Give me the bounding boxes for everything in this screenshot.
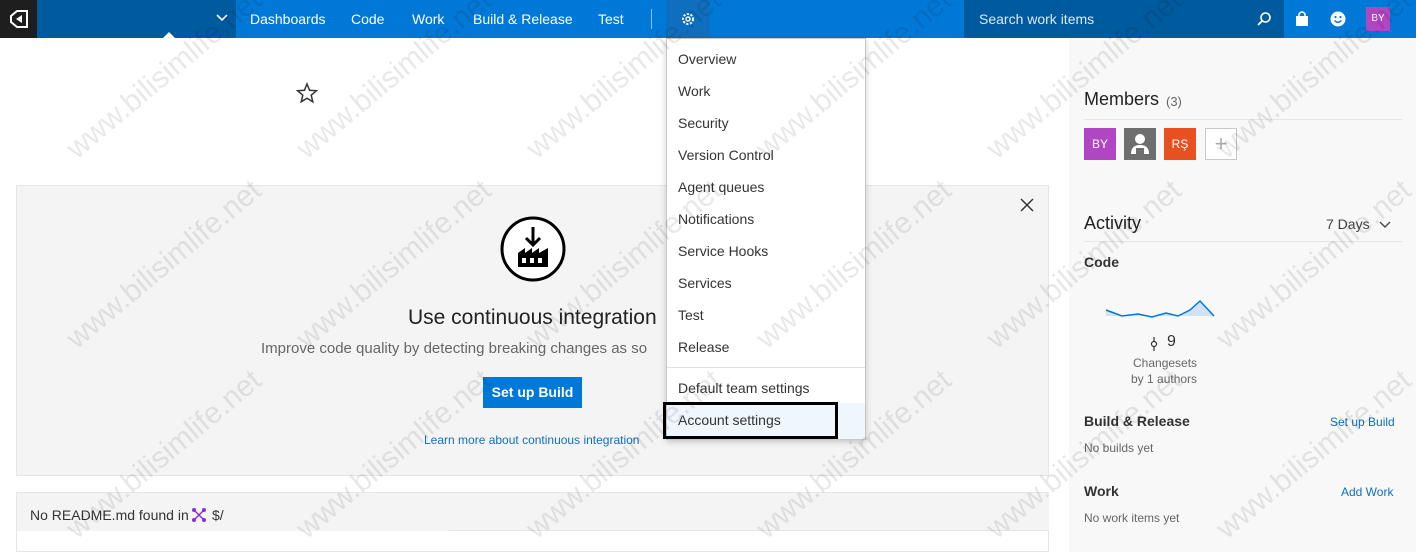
readme-panel: No README.md found in $/ — [16, 492, 1049, 552]
changeset-icon — [1150, 337, 1158, 351]
close-icon[interactable] — [1019, 197, 1035, 213]
nav-code[interactable]: Code — [351, 0, 384, 38]
set-up-build-button[interactable]: Set up Build — [483, 377, 582, 408]
code-section-label: Code — [1084, 254, 1119, 270]
menu-item-work[interactable]: Work — [678, 83, 710, 99]
vsts-logo-icon — [9, 10, 28, 28]
menu-item-test[interactable]: Test — [678, 307, 704, 323]
menu-item-default-team-settings[interactable]: Default team settings — [678, 380, 810, 396]
add-member-button[interactable]: + — [1205, 128, 1237, 160]
build-factory-icon — [500, 216, 566, 282]
user-avatar[interactable]: BY — [1366, 7, 1390, 31]
member-avatar[interactable]: BY — [1084, 128, 1116, 160]
members-title: Members — [1084, 89, 1160, 109]
nav-divider — [651, 9, 652, 29]
changeset-count: 9 — [1167, 333, 1176, 350]
add-work-link[interactable]: Add Work — [1341, 485, 1393, 499]
favorite-star-icon[interactable] — [296, 82, 318, 104]
activity-title: Activity — [1084, 213, 1142, 233]
members-count: (3) — [1166, 94, 1182, 109]
search-placeholder: Search work items — [979, 11, 1095, 27]
repo-branch-icon — [192, 508, 206, 522]
repo-path[interactable]: $/ — [212, 507, 224, 523]
readme-message: No README.md found in — [30, 507, 189, 523]
member-avatar[interactable] — [1124, 128, 1156, 160]
nav-test[interactable]: Test — [598, 0, 624, 38]
ci-title: Use continuous integration — [408, 306, 657, 329]
menu-item-release[interactable]: Release — [678, 339, 729, 355]
activity-period-selector[interactable]: 7 Days — [1326, 216, 1370, 232]
no-work-items-text: No work items yet — [1084, 511, 1180, 525]
nav-build-release[interactable]: Build & Release — [473, 0, 573, 38]
settings-menu: Overview Work Security Version Control A… — [666, 38, 866, 440]
chevron-down-icon — [216, 14, 228, 22]
menu-item-overview[interactable]: Overview — [678, 51, 736, 67]
menu-item-agent-queues[interactable]: Agent queues — [678, 179, 764, 195]
set-up-build-link[interactable]: Set up Build — [1330, 415, 1395, 429]
marketplace-bag-icon[interactable] — [1294, 10, 1310, 28]
menu-item-version-control[interactable]: Version Control — [678, 147, 774, 163]
vsts-logo[interactable] — [0, 0, 37, 38]
project-pointer — [163, 32, 175, 38]
no-builds-text: No builds yet — [1084, 441, 1154, 455]
chevron-down-icon[interactable] — [1378, 218, 1392, 232]
code-activity-sparkline — [1105, 299, 1215, 318]
learn-more-ci-link[interactable]: Learn more about continuous integration — [424, 433, 639, 447]
menu-item-security[interactable]: Security — [678, 115, 729, 131]
person-icon — [1131, 134, 1149, 154]
members-divider — [1084, 119, 1402, 120]
gear-icon — [682, 13, 694, 25]
settings-button[interactable] — [666, 0, 710, 38]
ci-description: Improve code quality by detecting breaki… — [261, 340, 648, 357]
work-title: Work — [1084, 483, 1119, 499]
top-bar: Dashboards Code Work Build & Release Tes… — [0, 0, 1416, 38]
nav-work[interactable]: Work — [412, 0, 444, 38]
search-icon[interactable] — [1256, 11, 1272, 27]
menu-item-notifications[interactable]: Notifications — [678, 211, 754, 227]
account-settings-callout-box — [663, 402, 838, 439]
member-avatar[interactable]: RŞ — [1164, 128, 1196, 160]
menu-item-services[interactable]: Services — [678, 275, 732, 291]
smiley-feedback-icon[interactable] — [1329, 10, 1347, 28]
menu-divider — [667, 367, 865, 368]
activity-divider — [1084, 241, 1402, 242]
right-pane — [1069, 38, 1416, 552]
nav-dashboards[interactable]: Dashboards — [250, 0, 326, 38]
search-input[interactable]: Search work items — [964, 0, 1284, 38]
project-selector[interactable] — [37, 0, 236, 38]
build-release-title: Build & Release — [1084, 413, 1190, 429]
authors-label: by 1 authors — [1131, 372, 1198, 386]
readme-header-fill — [449, 493, 1049, 531]
menu-item-service-hooks[interactable]: Service Hooks — [678, 243, 768, 259]
changesets-label: Changesets — [1133, 356, 1198, 370]
